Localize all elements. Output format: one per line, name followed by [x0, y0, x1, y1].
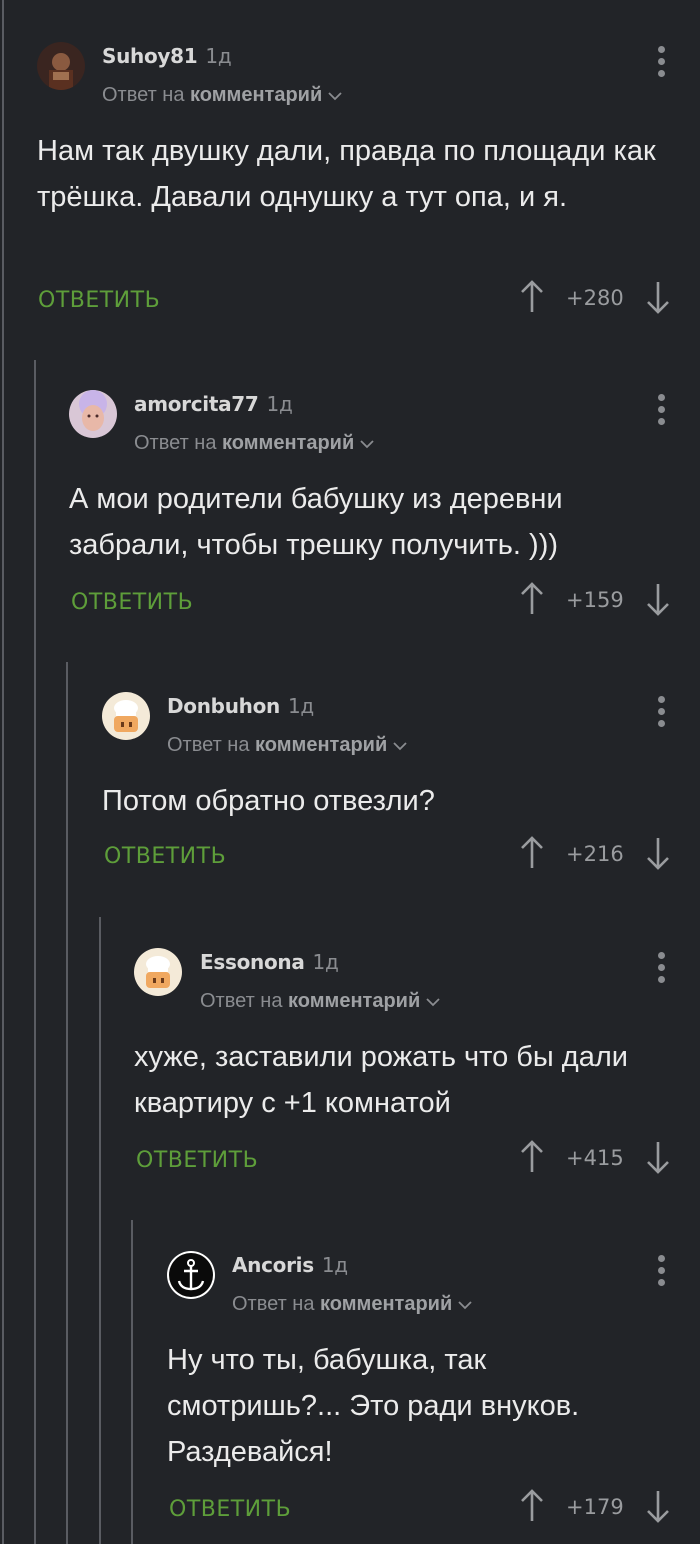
- reply-prefix: Ответ на: [134, 432, 217, 454]
- thread-line: [66, 662, 68, 1544]
- chevron-down-icon: [393, 742, 407, 750]
- user-photo-avatar-icon: [69, 390, 117, 438]
- chevron-down-icon: [458, 1301, 472, 1309]
- anchor-avatar-icon: [167, 1251, 215, 1299]
- reply-prefix: Ответ на: [232, 1293, 315, 1315]
- reply-prefix: Ответ на: [200, 990, 283, 1012]
- downvote-icon[interactable]: [646, 836, 670, 870]
- reply-target: комментарий: [222, 432, 355, 454]
- chevron-down-icon: [360, 440, 374, 448]
- reply-target: комментарий: [288, 990, 421, 1012]
- reply-target: комментарий: [190, 84, 323, 106]
- username[interactable]: Suhoy81 1д: [102, 44, 232, 68]
- downvote-icon[interactable]: [646, 582, 670, 616]
- upvote-icon[interactable]: [520, 582, 544, 616]
- username[interactable]: amorcita77 1д: [134, 392, 293, 416]
- comment-age: 1д: [312, 950, 339, 974]
- upvote-icon[interactable]: [520, 280, 544, 314]
- more-options-icon[interactable]: [656, 1255, 666, 1289]
- chevron-down-icon: [426, 998, 440, 1006]
- reply-to-link[interactable]: Ответ на комментарий: [134, 432, 374, 455]
- reply-button[interactable]: ОТВЕТИТЬ: [104, 844, 226, 869]
- comment-text: Потом обратно отвезли?: [102, 785, 435, 817]
- more-options-icon[interactable]: [656, 952, 666, 986]
- reply-to-link[interactable]: Ответ на комментарий: [167, 734, 407, 757]
- user-photo-avatar-icon: [37, 42, 85, 90]
- username[interactable]: Ancoris 1д: [232, 1253, 348, 1277]
- reply-button[interactable]: ОТВЕТИТЬ: [71, 590, 193, 615]
- more-options-icon[interactable]: [656, 46, 666, 80]
- downvote-icon[interactable]: [646, 1140, 670, 1174]
- reply-button[interactable]: ОТВЕТИТЬ: [136, 1148, 258, 1173]
- thread-line: [131, 1220, 133, 1544]
- comment-age: 1д: [287, 694, 314, 718]
- thread-line: [2, 0, 4, 1544]
- chef-avatar-icon: [102, 692, 150, 740]
- vote-controls: +280: [520, 280, 670, 320]
- more-options-icon[interactable]: [656, 394, 666, 428]
- thread-line: [34, 360, 36, 1544]
- avatar[interactable]: [102, 692, 150, 740]
- vote-score: +280: [566, 286, 624, 310]
- reply-button[interactable]: ОТВЕТИТЬ: [169, 1497, 291, 1522]
- vote-score: +216: [566, 842, 624, 866]
- comment-text: Ну что ты, бабушка, так смотришь?... Это…: [167, 1344, 580, 1468]
- vote-controls: +159: [520, 582, 670, 622]
- comment-age: 1д: [266, 392, 293, 416]
- comment-text: хуже, заставили рожать что бы дали кварт…: [134, 1041, 628, 1119]
- avatar[interactable]: [134, 948, 182, 996]
- downvote-icon[interactable]: [646, 280, 670, 314]
- vote-score: +179: [566, 1495, 624, 1519]
- reply-prefix: Ответ на: [102, 84, 185, 106]
- reply-target: комментарий: [320, 1293, 453, 1315]
- reply-to-link[interactable]: Ответ на комментарий: [232, 1293, 472, 1316]
- reply-prefix: Ответ на: [167, 734, 250, 756]
- reply-to-link[interactable]: Ответ на комментарий: [102, 84, 342, 107]
- avatar[interactable]: [37, 42, 85, 90]
- username[interactable]: Donbuhon 1д: [167, 694, 314, 718]
- reply-button[interactable]: ОТВЕТИТЬ: [38, 288, 160, 313]
- vote-controls: +179: [520, 1489, 670, 1529]
- avatar[interactable]: [69, 390, 117, 438]
- more-options-icon[interactable]: [656, 696, 666, 730]
- vote-score: +415: [566, 1146, 624, 1170]
- comment-age: 1д: [321, 1253, 348, 1277]
- upvote-icon[interactable]: [520, 1489, 544, 1523]
- chef-avatar-icon: [134, 948, 182, 996]
- reply-to-link[interactable]: Ответ на комментарий: [200, 990, 440, 1013]
- username[interactable]: Essonona 1д: [200, 950, 339, 974]
- downvote-icon[interactable]: [646, 1489, 670, 1523]
- comment-text: А мои родители бабушку из деревни забрал…: [69, 483, 563, 561]
- comment-text: Нам так двушку дали, правда по площади к…: [37, 135, 656, 213]
- thread-line: [99, 917, 101, 1544]
- upvote-icon[interactable]: [520, 1140, 544, 1174]
- reply-target: комментарий: [255, 734, 388, 756]
- vote-score: +159: [566, 588, 624, 612]
- vote-controls: +415: [520, 1140, 670, 1180]
- vote-controls: +216: [520, 836, 670, 876]
- avatar[interactable]: [167, 1251, 215, 1299]
- upvote-icon[interactable]: [520, 836, 544, 870]
- comment-age: 1д: [205, 44, 232, 68]
- chevron-down-icon: [328, 92, 342, 100]
